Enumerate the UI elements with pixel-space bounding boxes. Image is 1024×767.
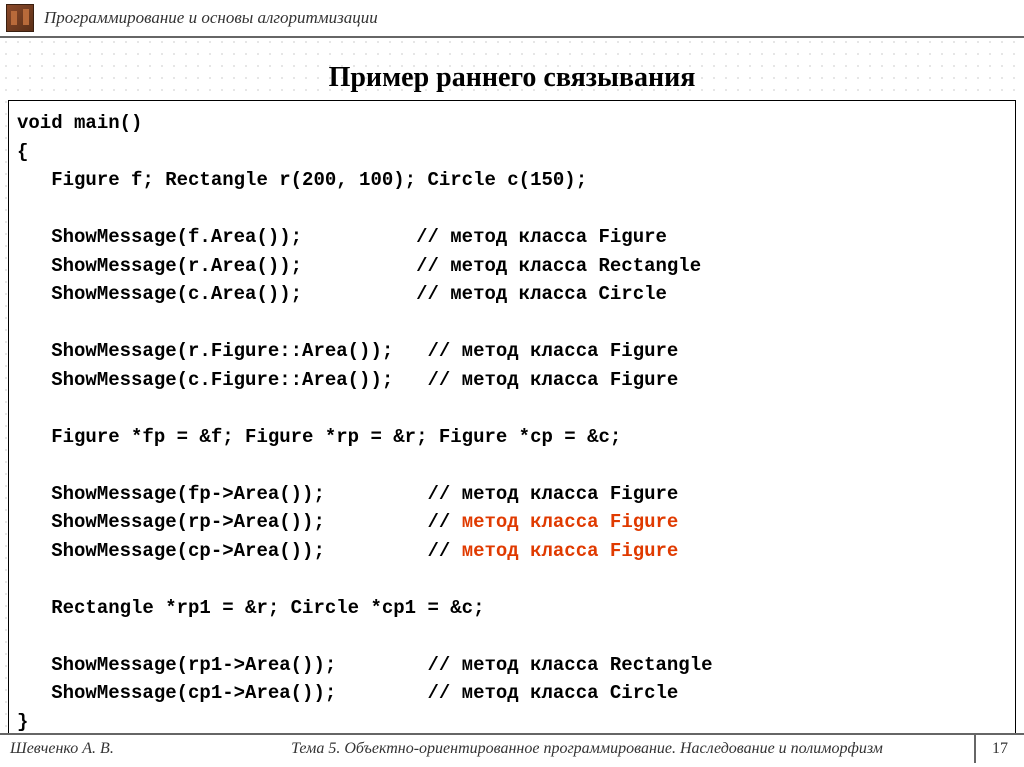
footer-author: Шевченко А. В. <box>0 740 200 758</box>
code-line: ShowMessage(r.Figure::Area()); // метод … <box>17 340 678 362</box>
code-line: ShowMessage(c.Figure::Area()); // метод … <box>17 369 678 391</box>
footer-bar: Шевченко А. В. Тема 5. Объектно-ориентир… <box>0 733 1024 763</box>
code-line: ShowMessage(f.Area()); // метод класса F… <box>17 226 667 248</box>
code-line: ShowMessage(rp->Area()); // <box>17 511 462 533</box>
code-line: void main() <box>17 112 142 134</box>
course-title: Программирование и основы алгоритмизации <box>44 8 378 28</box>
course-logo-icon <box>6 4 34 32</box>
code-comment-highlight: метод класса Figure <box>462 511 679 533</box>
code-line: ShowMessage(cp->Area()); // <box>17 540 462 562</box>
code-line: Rectangle *rp1 = &r; Circle *cp1 = &c; <box>17 597 484 619</box>
header-bar: Программирование и основы алгоритмизации <box>0 0 1024 38</box>
footer-topic: Тема 5. Объектно-ориентированное програм… <box>200 740 974 758</box>
code-line: Figure f; Rectangle r(200, 100); Circle … <box>17 169 587 191</box>
code-line: ShowMessage(rp1->Area()); // метод класс… <box>17 654 713 676</box>
code-line: ShowMessage(r.Area()); // метод класса R… <box>17 255 701 277</box>
code-comment-highlight: метод класса Figure <box>462 540 679 562</box>
code-line: { <box>17 141 28 163</box>
code-line: ShowMessage(cp1->Area()); // метод класс… <box>17 682 678 704</box>
code-line: Figure *fp = &f; Figure *rp = &r; Figure… <box>17 426 621 448</box>
code-line: ShowMessage(fp->Area()); // метод класса… <box>17 483 678 505</box>
footer-page-number: 17 <box>974 735 1024 763</box>
code-line: ShowMessage(c.Area()); // метод класса C… <box>17 283 667 305</box>
code-listing: void main() { Figure f; Rectangle r(200,… <box>8 100 1016 743</box>
code-line: } <box>17 711 28 733</box>
slide-title: Пример раннего связывания <box>0 62 1024 94</box>
